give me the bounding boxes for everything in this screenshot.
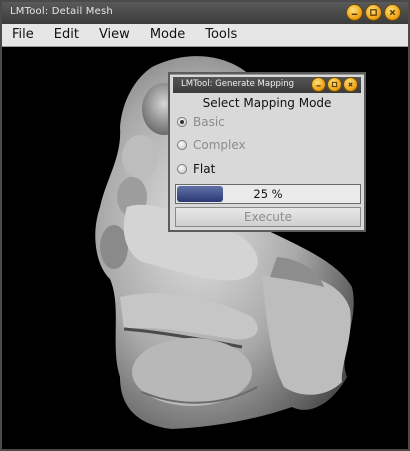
option-basic-label: Basic — [193, 115, 225, 129]
menu-bar: File Edit View Mode Tools — [2, 24, 408, 47]
menu-tools[interactable]: Tools — [195, 24, 247, 46]
menu-edit[interactable]: Edit — [44, 24, 89, 46]
radio-flat[interactable] — [177, 164, 187, 174]
window-controls — [347, 5, 400, 20]
dialog-heading: Select Mapping Mode — [202, 96, 332, 110]
maximize-icon[interactable] — [366, 5, 381, 20]
progress-bar: 25 % — [175, 184, 361, 204]
radio-complex[interactable] — [177, 140, 187, 150]
generate-mapping-dialog: LMTool: Generate Mapping Select Mapping … — [168, 72, 366, 232]
close-icon[interactable] — [344, 78, 357, 91]
option-complex[interactable]: Complex — [177, 138, 246, 152]
menu-mode[interactable]: Mode — [140, 24, 195, 46]
option-basic[interactable]: Basic — [177, 115, 225, 129]
minimize-icon[interactable] — [347, 5, 362, 20]
menu-file[interactable]: File — [2, 24, 44, 46]
dialog-controls — [312, 78, 357, 91]
window-title: LMTool: Detail Mesh — [10, 6, 113, 17]
option-flat-label: Flat — [193, 162, 216, 176]
window-titlebar[interactable]: LMTool: Detail Mesh — [2, 2, 408, 25]
dialog-titlebar[interactable]: LMTool: Generate Mapping — [173, 77, 361, 93]
execute-button[interactable]: Execute — [175, 207, 361, 227]
minimize-icon[interactable] — [312, 78, 325, 91]
option-flat[interactable]: Flat — [177, 162, 215, 176]
dialog-title: LMTool: Generate Mapping — [181, 79, 295, 89]
close-icon[interactable] — [385, 5, 400, 20]
menu-view[interactable]: View — [89, 24, 140, 46]
radio-basic[interactable] — [177, 117, 187, 127]
maximize-icon[interactable] — [328, 78, 341, 91]
progress-text: 25 % — [253, 187, 283, 201]
option-complex-label: Complex — [193, 138, 246, 152]
